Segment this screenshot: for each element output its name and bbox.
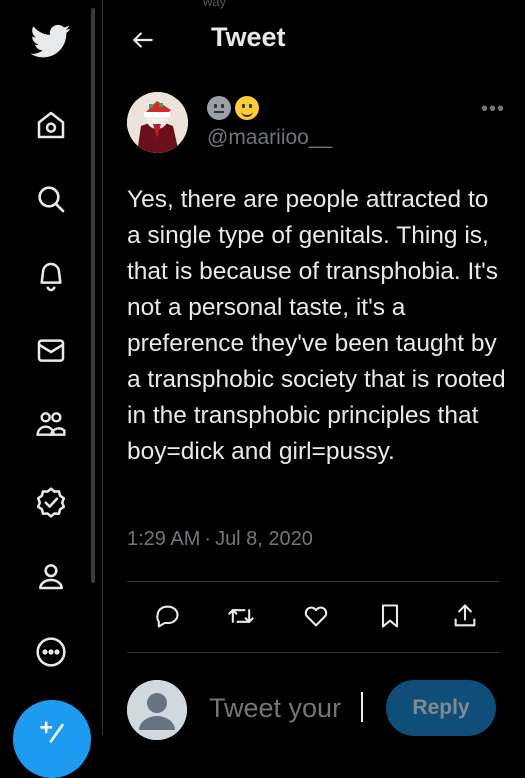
search-icon[interactable] bbox=[30, 178, 72, 220]
bell-icon[interactable] bbox=[30, 255, 72, 297]
compose-button[interactable] bbox=[13, 700, 91, 778]
tweet-text: Yes, there are people attracted to a sin… bbox=[127, 186, 506, 465]
tweet-date: Jul 8, 2020 bbox=[215, 528, 313, 550]
back-button[interactable] bbox=[125, 22, 161, 58]
tweet-detail-panel: way Tweet @maariioo__ ••• Yes, there are… bbox=[103, 0, 525, 740]
compose-icon bbox=[40, 721, 64, 743]
heart-icon bbox=[304, 606, 328, 627]
arrow-left-icon bbox=[133, 32, 153, 48]
sidebar-nav bbox=[0, 0, 101, 778]
smiling-face-emoji bbox=[235, 95, 259, 120]
reply-button[interactable] bbox=[147, 596, 187, 636]
divider bbox=[127, 652, 500, 653]
like-button[interactable] bbox=[296, 596, 336, 636]
bookmark-button[interactable] bbox=[370, 596, 410, 636]
retweet-icon bbox=[228, 609, 254, 623]
reply-composer: Reply bbox=[103, 676, 525, 746]
top-fade-text: way bbox=[203, 0, 227, 9]
communities-icon[interactable] bbox=[30, 403, 72, 445]
avatar[interactable] bbox=[127, 92, 188, 153]
bookmark-icon bbox=[381, 604, 399, 628]
avatar[interactable] bbox=[127, 680, 187, 740]
more-options-button[interactable]: ••• bbox=[481, 98, 505, 121]
more-circle-icon[interactable] bbox=[30, 631, 72, 673]
display-name[interactable] bbox=[207, 94, 259, 120]
scrollbar[interactable] bbox=[91, 8, 95, 583]
reply-icon bbox=[156, 605, 179, 628]
retweet-button[interactable] bbox=[221, 596, 261, 636]
home-icon[interactable] bbox=[30, 104, 72, 146]
share-icon bbox=[454, 604, 476, 627]
verified-icon[interactable] bbox=[30, 481, 72, 523]
mail-icon[interactable] bbox=[30, 329, 72, 371]
page-title: Tweet bbox=[211, 22, 286, 52]
divider bbox=[127, 581, 500, 582]
reply-submit-button[interactable]: Reply bbox=[386, 680, 496, 736]
neutral-face-emoji bbox=[207, 95, 231, 120]
meta-separator: · bbox=[204, 528, 212, 550]
user-handle[interactable]: @maariioo__ bbox=[207, 126, 332, 150]
reply-input[interactable] bbox=[207, 692, 371, 725]
share-button[interactable] bbox=[445, 596, 485, 636]
profile-icon[interactable] bbox=[30, 555, 72, 597]
tweet-time: 1:29 AM bbox=[127, 528, 201, 550]
tweet-timestamp[interactable]: 1:29 AM · Jul 8, 2020 bbox=[127, 528, 313, 551]
twitter-logo-icon[interactable] bbox=[30, 20, 72, 62]
tweet-actions bbox=[127, 596, 500, 636]
text-caret bbox=[361, 692, 363, 722]
